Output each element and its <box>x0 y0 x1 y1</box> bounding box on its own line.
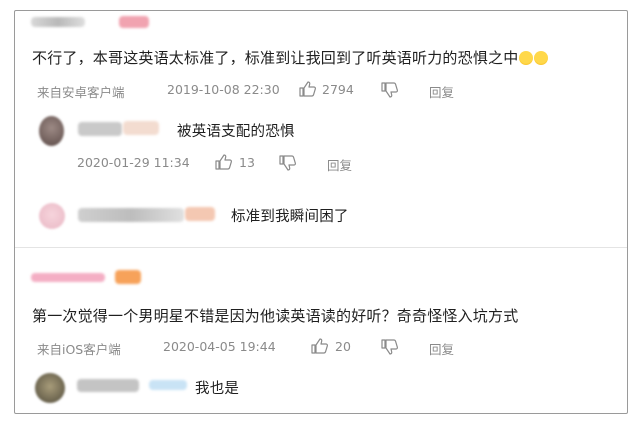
source-client: 来自iOS客户端 <box>37 342 121 357</box>
thumbs-down-icon[interactable] <box>381 82 398 102</box>
reply-text: 标准到我瞬间困了 <box>231 209 349 225</box>
reply-text: 我也是 <box>195 381 240 397</box>
commenter-name-blurred[interactable] <box>31 17 85 27</box>
commenter-name-blurred[interactable] <box>31 273 105 282</box>
commenter-badge-blurred <box>119 16 149 28</box>
comment-timestamp: 2019-10-08 22:30 <box>167 82 280 97</box>
comment-meta-row: 来自安卓客户端 <box>37 82 125 101</box>
thumbs-up-icon[interactable] <box>311 338 328 358</box>
thumbs-down-icon[interactable] <box>381 339 398 359</box>
comment-text: 第一次觉得一个男明星不错是因为他读英语读的好听？奇奇怪怪入坑方式 <box>32 307 519 325</box>
reply-badge-blurred <box>185 207 215 221</box>
reply-timestamp: 2020-01-29 11:34 <box>77 155 190 170</box>
comment-timestamp: 2020-04-05 19:44 <box>163 339 276 354</box>
reply-link[interactable]: 回复 <box>327 155 352 174</box>
reply-link[interactable]: 回复 <box>429 82 454 101</box>
thumbs-up-icon[interactable] <box>299 81 316 101</box>
laughing-tears-emoji <box>518 49 549 67</box>
comments-panel: 不行了，本哥这英语太标准了，标准到让我回到了听英语听力的恐惧之中 来自安卓客户端… <box>14 10 628 414</box>
reply-badge-blurred <box>149 380 187 390</box>
reply-name-blurred[interactable] <box>77 379 139 392</box>
thumbs-up-icon[interactable] <box>215 154 232 174</box>
like-count: 20 <box>335 339 351 354</box>
thumbs-down-icon[interactable] <box>279 155 296 175</box>
reply-name-blurred[interactable] <box>78 122 122 136</box>
comment-text: 不行了，本哥这英语太标准了，标准到让我回到了听英语听力的恐惧之中 <box>32 47 549 68</box>
reply-link[interactable]: 回复 <box>429 339 454 358</box>
avatar[interactable] <box>35 373 65 403</box>
reply-text: 被英语支配的恐惧 <box>177 124 295 140</box>
avatar[interactable] <box>39 203 65 229</box>
comment-divider <box>15 247 627 248</box>
comment-text-content: 不行了，本哥这英语太标准了，标准到让我回到了听英语听力的恐惧之中 <box>32 49 519 67</box>
reply-badge-blurred <box>123 121 159 135</box>
like-count: 2794 <box>322 82 354 97</box>
commenter-badge-blurred <box>115 270 141 284</box>
reply-name-blurred[interactable] <box>78 208 184 222</box>
like-count: 13 <box>239 155 255 170</box>
source-client: 来自安卓客户端 <box>37 85 125 100</box>
avatar[interactable] <box>39 116 64 146</box>
